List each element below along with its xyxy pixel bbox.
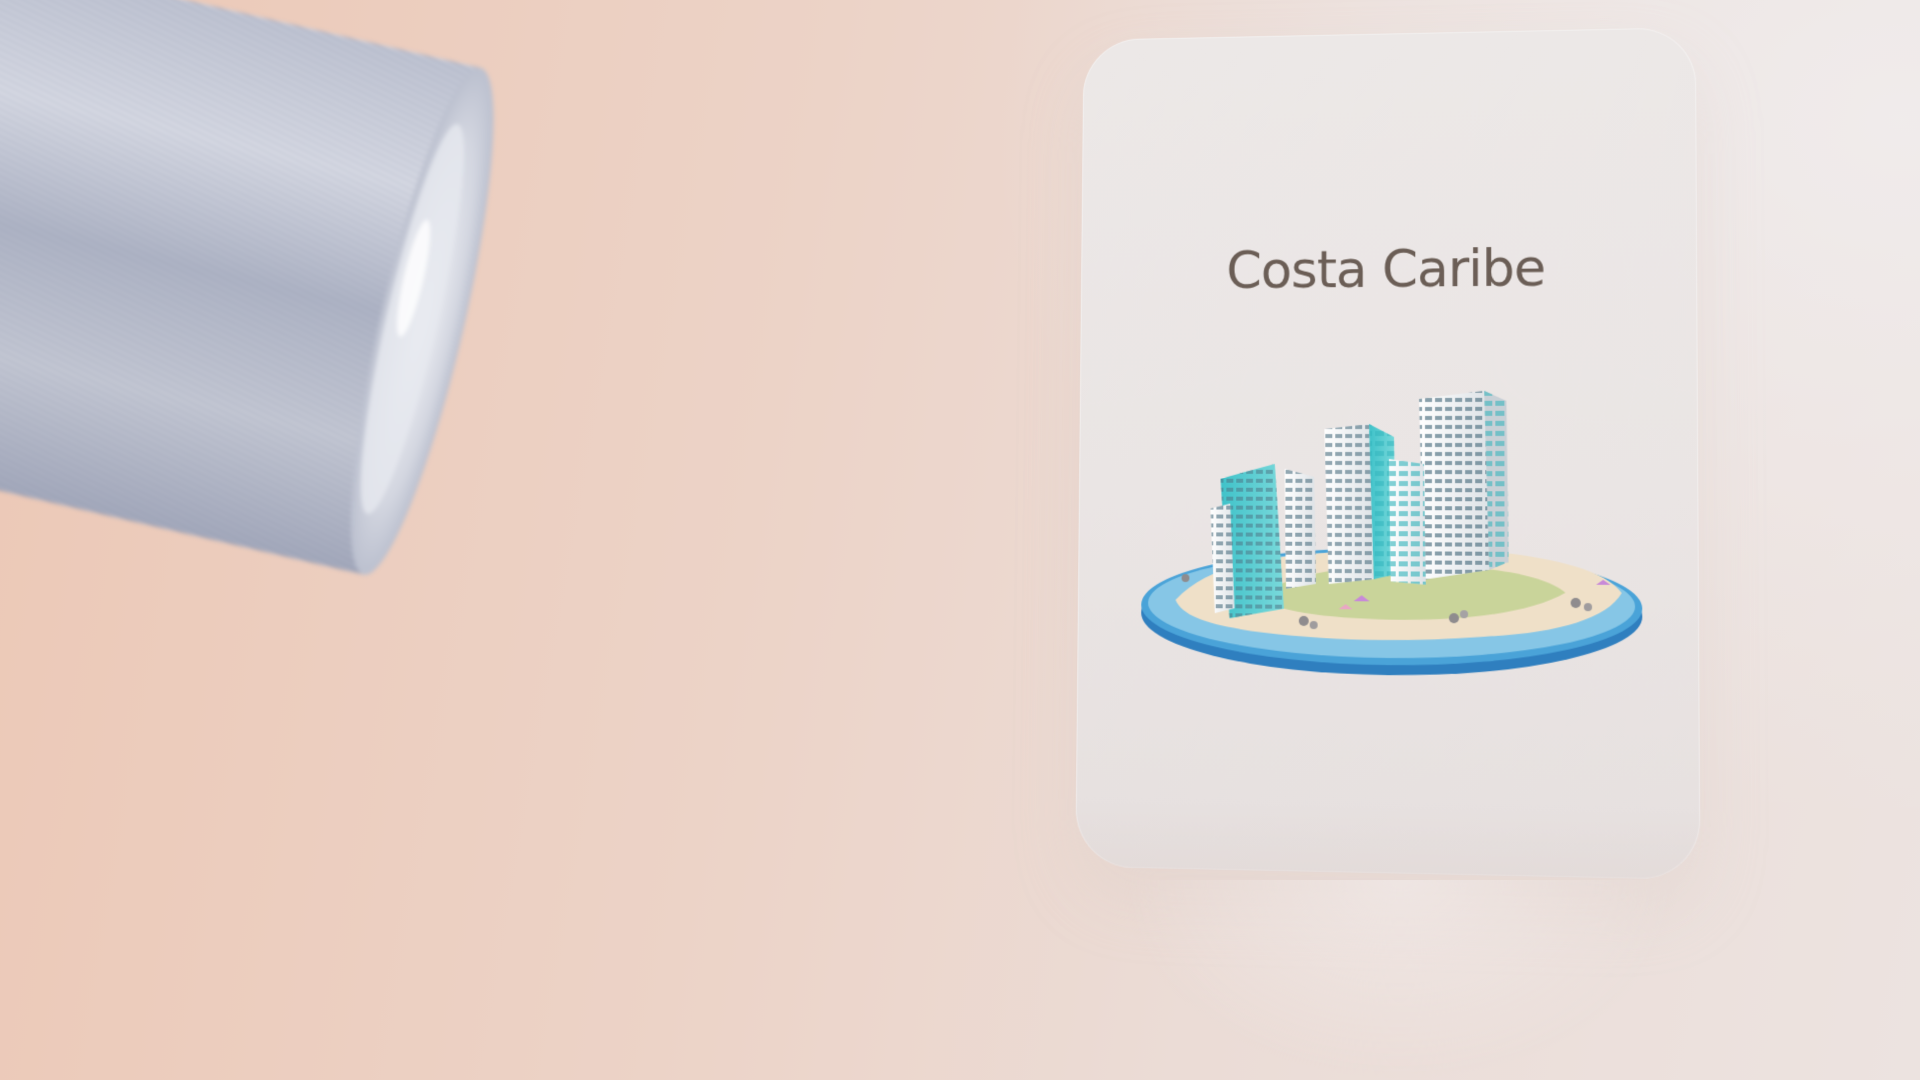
destination-card[interactable]: Costa Caribe (1075, 27, 1700, 880)
island-city-icon (1136, 368, 1648, 704)
card-reflection (1120, 880, 1680, 1080)
card-title: Costa Caribe (1081, 237, 1697, 302)
metallic-cylinder-icon (0, 0, 540, 680)
